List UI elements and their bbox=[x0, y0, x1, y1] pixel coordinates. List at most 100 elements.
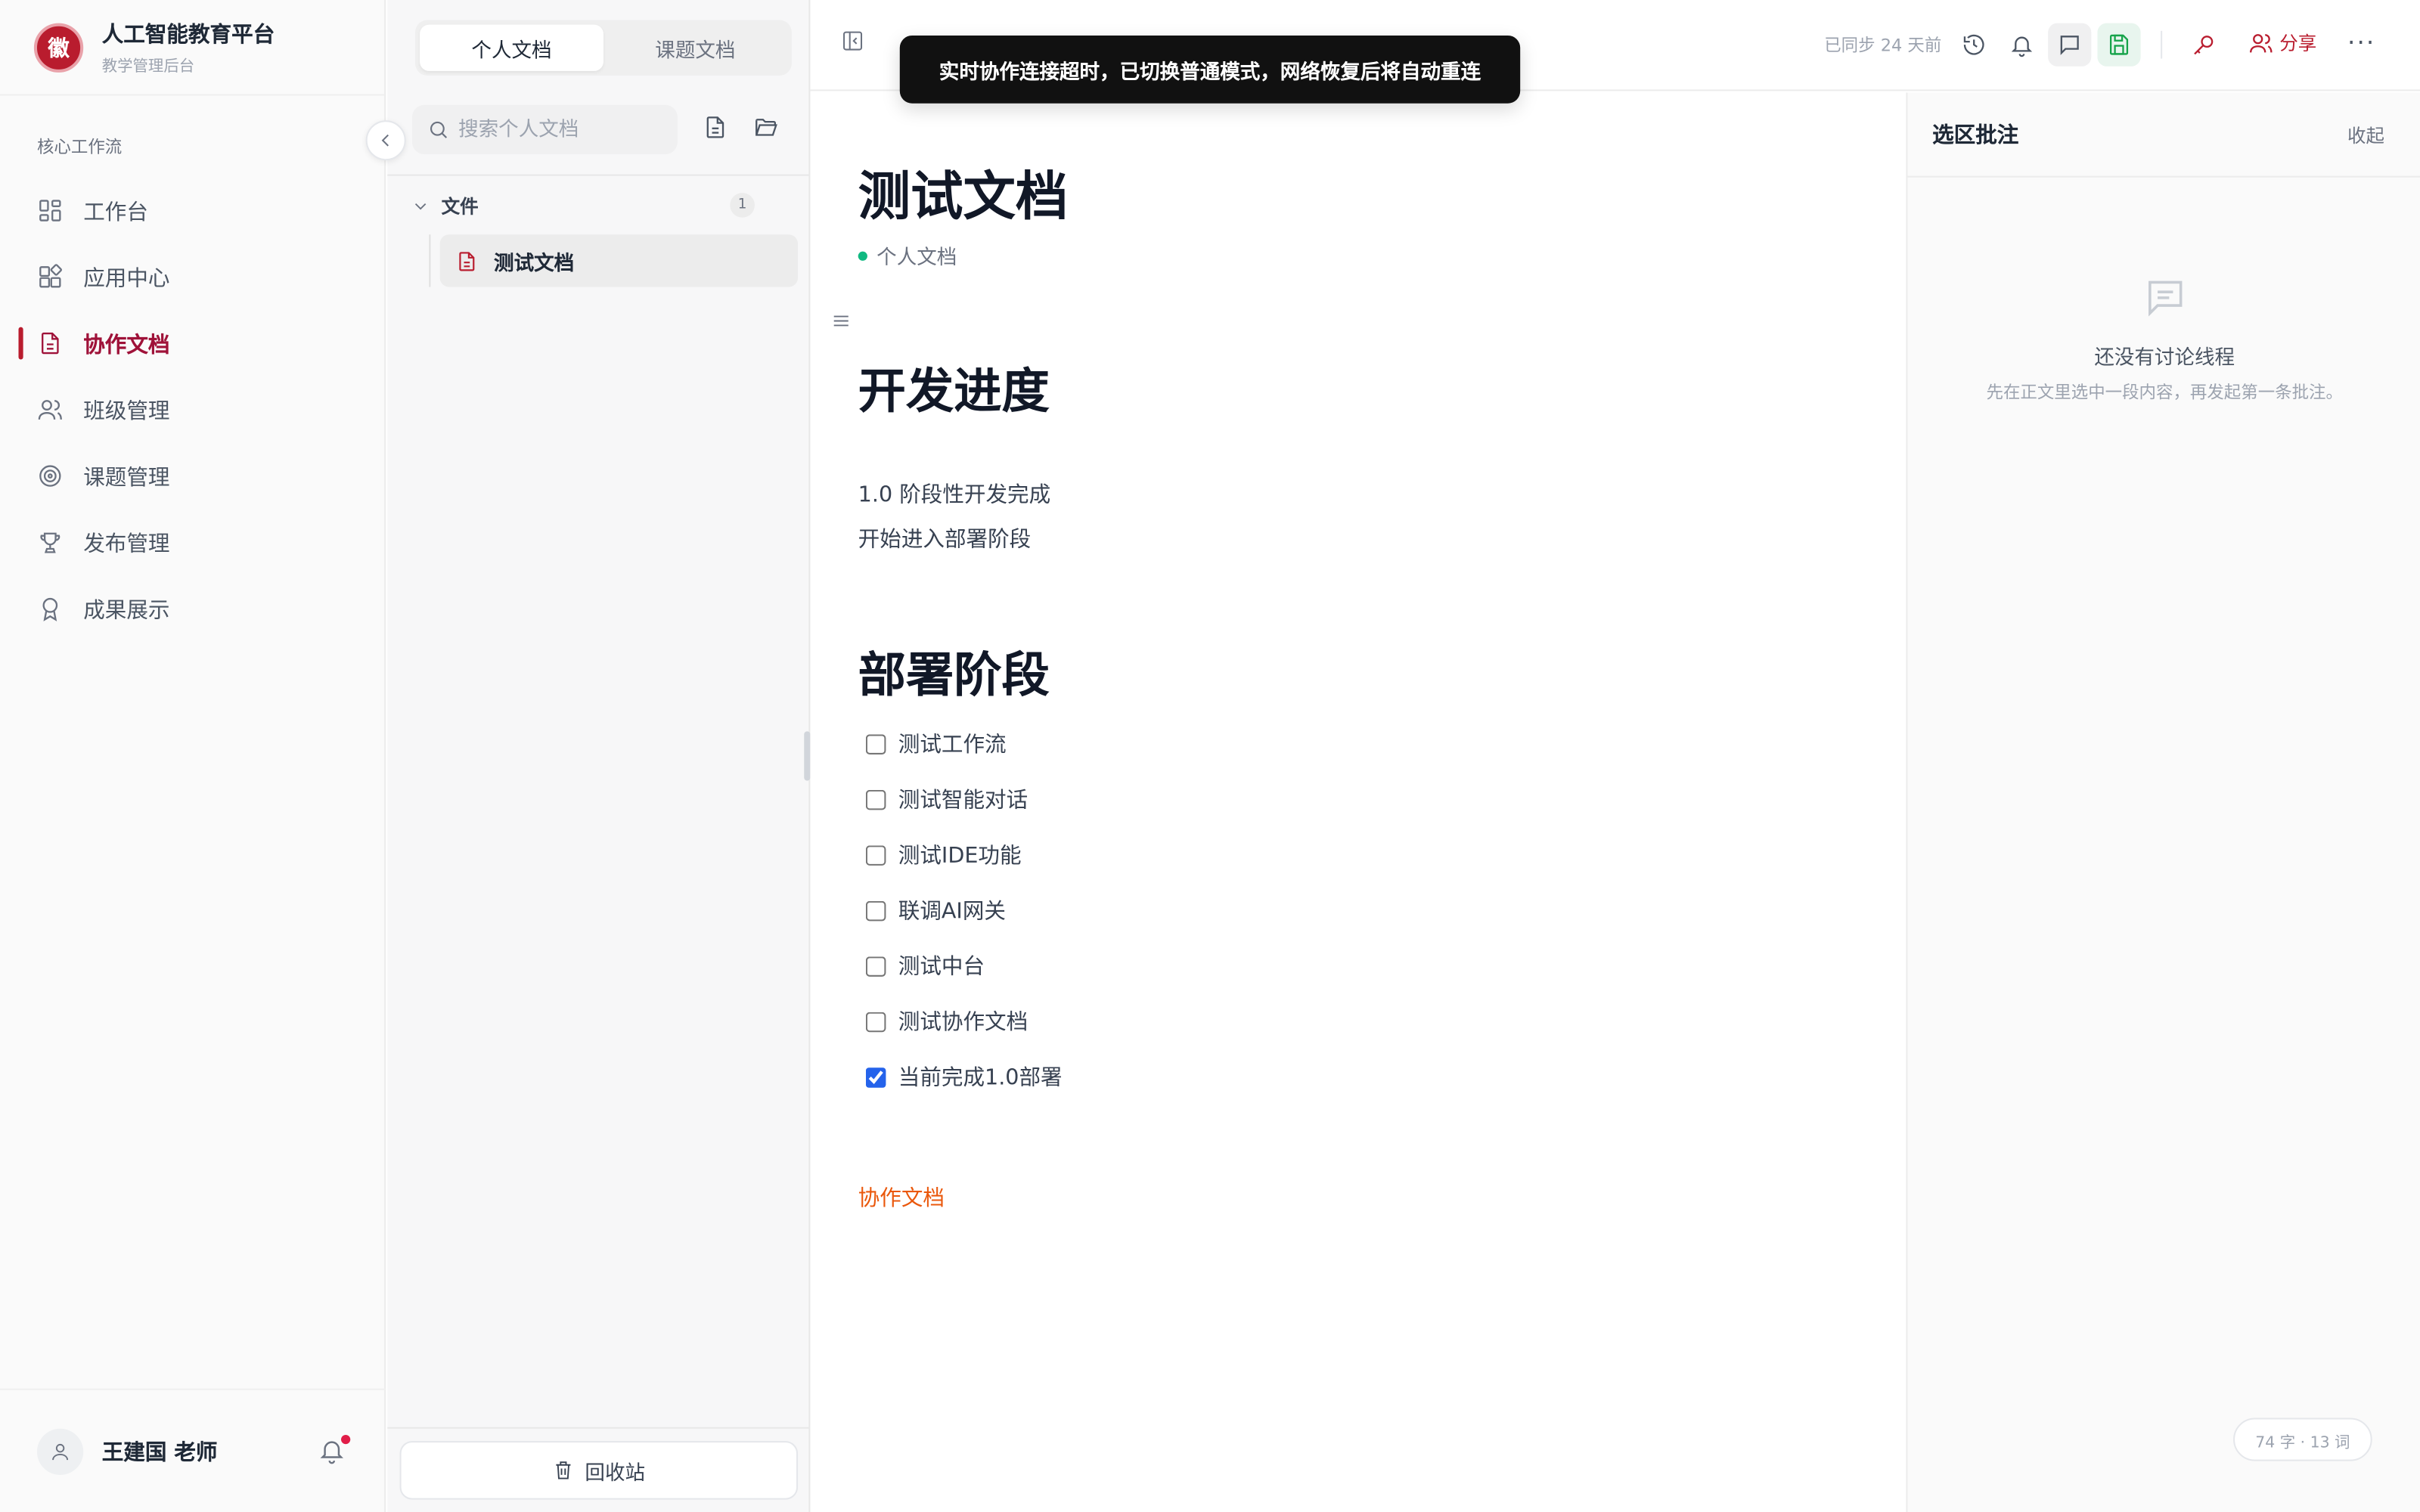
task-label: 测试协作文档 bbox=[898, 1010, 1028, 1036]
recycle-bin-button[interactable]: 回收站 bbox=[399, 1441, 799, 1500]
share-label: 分享 bbox=[2279, 32, 2317, 54]
more-options-button[interactable]: ··· bbox=[2347, 28, 2375, 57]
notify-settings-button[interactable] bbox=[2000, 23, 2043, 67]
section-heading[interactable]: 开发进度 bbox=[858, 352, 1050, 421]
notification-dot bbox=[341, 1434, 351, 1445]
divider bbox=[387, 174, 811, 176]
save-icon bbox=[2109, 34, 2129, 55]
brand-title: 人工智能教育平台 bbox=[101, 23, 275, 48]
task-checkbox[interactable] bbox=[865, 733, 886, 754]
file-item[interactable]: 测试文档 bbox=[439, 234, 799, 287]
sidebar-item-label: 成果展示 bbox=[83, 597, 170, 623]
user-icon bbox=[52, 1442, 69, 1460]
task-item: 测试中台 bbox=[865, 950, 985, 981]
file-name: 测试文档 bbox=[494, 252, 575, 276]
task-item: 测试智能对话 bbox=[865, 784, 1028, 815]
word-count-badge: 74 字 · 13 词 bbox=[2233, 1418, 2372, 1461]
document-meta: 个人文档 bbox=[858, 240, 957, 270]
message-icon bbox=[2149, 280, 2183, 317]
folder-row[interactable]: 文件 1 bbox=[412, 188, 755, 222]
folder-name: 文件 bbox=[441, 195, 479, 217]
paragraph[interactable]: 1.0 阶段性开发完成 bbox=[858, 479, 1051, 510]
chevron-left-icon bbox=[381, 134, 389, 147]
history-icon bbox=[1963, 34, 1984, 55]
search-icon bbox=[430, 121, 448, 138]
tree-guide-line bbox=[429, 234, 431, 287]
doc-type-tabs: 个人文档 课题文档 bbox=[414, 20, 792, 76]
tab-personal-docs[interactable]: 个人文档 bbox=[420, 24, 603, 71]
brand-subtitle: 教学管理后台 bbox=[101, 58, 195, 76]
avatar[interactable] bbox=[36, 1427, 84, 1474]
task-checkbox[interactable] bbox=[865, 900, 886, 921]
sidebar-item-showcase[interactable]: 成果展示 bbox=[0, 575, 386, 642]
panel-resize-handle[interactable] bbox=[804, 731, 811, 781]
task-checkbox[interactable] bbox=[865, 844, 886, 865]
search-input[interactable] bbox=[458, 118, 675, 141]
divider bbox=[387, 1427, 811, 1429]
tab-topic-docs[interactable]: 课题文档 bbox=[603, 25, 787, 71]
folder-count-badge: 1 bbox=[730, 193, 755, 218]
document-title[interactable]: 测试文档 bbox=[858, 154, 1069, 230]
doc-search bbox=[411, 104, 678, 155]
empty-comment-icon bbox=[2142, 274, 2189, 327]
document-editor[interactable]: 测试文档 个人文档 开发进度 1.0 阶段性开发完成 开始进入部署阶段 部署阶段… bbox=[810, 92, 1907, 1512]
brand-header[interactable]: 徽 人工智能教育平台 教学管理后台 bbox=[0, 0, 385, 96]
sidebar-item-label: 工作台 bbox=[83, 200, 148, 225]
task-label: 测试IDE功能 bbox=[898, 844, 1022, 869]
brand-logo: 徽 bbox=[33, 22, 84, 72]
status-dot bbox=[858, 250, 867, 260]
comments-panel: 选区批注 收起 还没有讨论线程 先在正文里选中一段内容，再发起第一条批注。 74… bbox=[1906, 92, 2420, 1512]
nav-section-label: 核心工作流 bbox=[36, 137, 123, 158]
comments-header: 选区批注 收起 bbox=[1907, 92, 2420, 178]
user-name: 王建国 老师 bbox=[101, 1440, 218, 1465]
apps-icon bbox=[39, 264, 62, 288]
task-item: 测试协作文档 bbox=[865, 1006, 1028, 1037]
users-icon bbox=[2250, 33, 2273, 52]
task-item: 测试工作流 bbox=[865, 728, 1007, 759]
sidebar-item-label: 发布管理 bbox=[83, 531, 170, 556]
block-drag-handle[interactable] bbox=[830, 308, 852, 338]
task-checkbox[interactable] bbox=[865, 1067, 886, 1087]
save-button[interactable] bbox=[2097, 23, 2141, 67]
sidebar-item-publish-mgmt[interactable]: 发布管理 bbox=[0, 509, 386, 575]
notification-button[interactable] bbox=[318, 1434, 351, 1470]
section-heading[interactable]: 部署阶段 bbox=[858, 636, 1050, 705]
app-root: 徽 人工智能教育平台 教学管理后台 核心工作流 工作台 应用中心 协作文档 班级… bbox=[0, 0, 2420, 1512]
new-document-button[interactable] bbox=[703, 114, 729, 147]
empty-state-title: 还没有讨论线程 bbox=[2094, 347, 2235, 370]
task-checkbox[interactable] bbox=[865, 1011, 886, 1032]
empty-state-subtitle: 先在正文里选中一段内容，再发起第一条批注。 bbox=[1986, 383, 2343, 403]
paragraph[interactable]: 开始进入部署阶段 bbox=[858, 523, 1032, 554]
sidebar-item-label: 应用中心 bbox=[83, 266, 170, 291]
task-checkbox[interactable] bbox=[865, 956, 886, 976]
sidebar-item-workbench[interactable]: 工作台 bbox=[0, 178, 386, 244]
bell-plus-icon bbox=[2011, 36, 2033, 57]
new-folder-button[interactable] bbox=[753, 114, 780, 147]
sidebar-item-class-mgmt[interactable]: 班级管理 bbox=[0, 376, 386, 443]
dashboard-icon bbox=[39, 200, 61, 222]
users-icon bbox=[38, 400, 62, 420]
share-button[interactable]: 分享 bbox=[2248, 29, 2316, 56]
sidebar-item-collab-docs[interactable]: 协作文档 bbox=[0, 310, 386, 376]
doc-link[interactable]: 协作文档 bbox=[858, 1182, 945, 1213]
target-icon bbox=[39, 465, 61, 487]
sidebar-item-label: 协作文档 bbox=[83, 332, 170, 358]
collapse-button[interactable]: 收起 bbox=[2347, 121, 2384, 147]
sidebar-toggle-icon bbox=[843, 31, 863, 51]
key-icon bbox=[2194, 36, 2214, 55]
task-label: 测试工作流 bbox=[898, 733, 1007, 758]
sidebar-item-app-center[interactable]: 应用中心 bbox=[0, 243, 386, 310]
folder-open-icon bbox=[755, 119, 777, 136]
user-profile[interactable]: 王建国 老师 bbox=[0, 1388, 386, 1512]
sidebar-collapse-button[interactable] bbox=[365, 120, 406, 161]
toggle-panel-button[interactable] bbox=[841, 29, 864, 59]
trophy-icon bbox=[40, 532, 60, 553]
sidebar-item-topic-mgmt[interactable]: 课题管理 bbox=[0, 443, 386, 510]
permissions-button[interactable] bbox=[2183, 23, 2226, 67]
document-list-panel: 个人文档 课题文档 文件 1 测试文档 回收站 bbox=[387, 0, 811, 1512]
menu-icon bbox=[833, 315, 849, 327]
history-button[interactable] bbox=[1953, 23, 1996, 67]
comments-toggle-button[interactable] bbox=[2048, 23, 2092, 67]
main-sidebar: 徽 人工智能教育平台 教学管理后台 核心工作流 工作台 应用中心 协作文档 班级… bbox=[0, 0, 386, 1512]
task-checkbox[interactable] bbox=[865, 789, 886, 810]
